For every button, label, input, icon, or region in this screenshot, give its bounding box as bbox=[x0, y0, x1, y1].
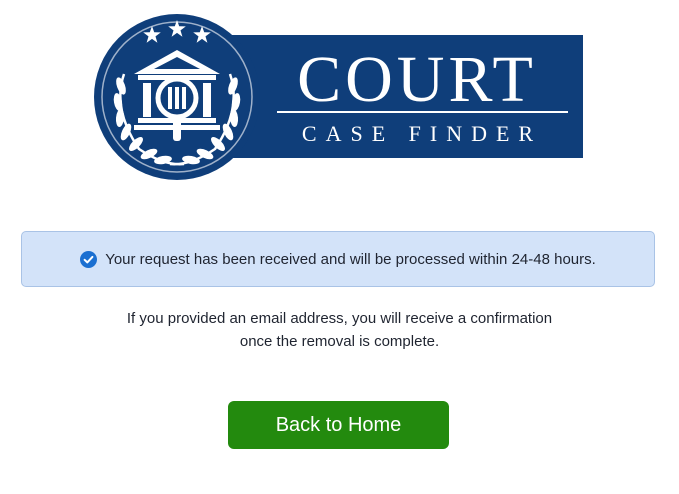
alert-message: Your request has been received and will … bbox=[105, 250, 596, 268]
logo-divider bbox=[277, 111, 568, 113]
logo-title: COURT bbox=[297, 43, 537, 116]
check-circle-icon bbox=[80, 250, 98, 268]
success-alert: Your request has been received and will … bbox=[21, 231, 655, 287]
page: COURT CASE FINDER Your request has been … bbox=[0, 0, 679, 494]
logo-subtitle: CASE FINDER bbox=[302, 121, 542, 146]
info-line-1: If you provided an email address, you wi… bbox=[126, 310, 553, 327]
court-case-finder-logo: COURT CASE FINDER bbox=[94, 14, 583, 180]
back-to-home-button[interactable]: Back to Home bbox=[228, 401, 449, 449]
confirmation-info: If you provided an email address, you wi… bbox=[0, 307, 679, 353]
info-line-2: once the removal is complete. bbox=[239, 333, 440, 350]
